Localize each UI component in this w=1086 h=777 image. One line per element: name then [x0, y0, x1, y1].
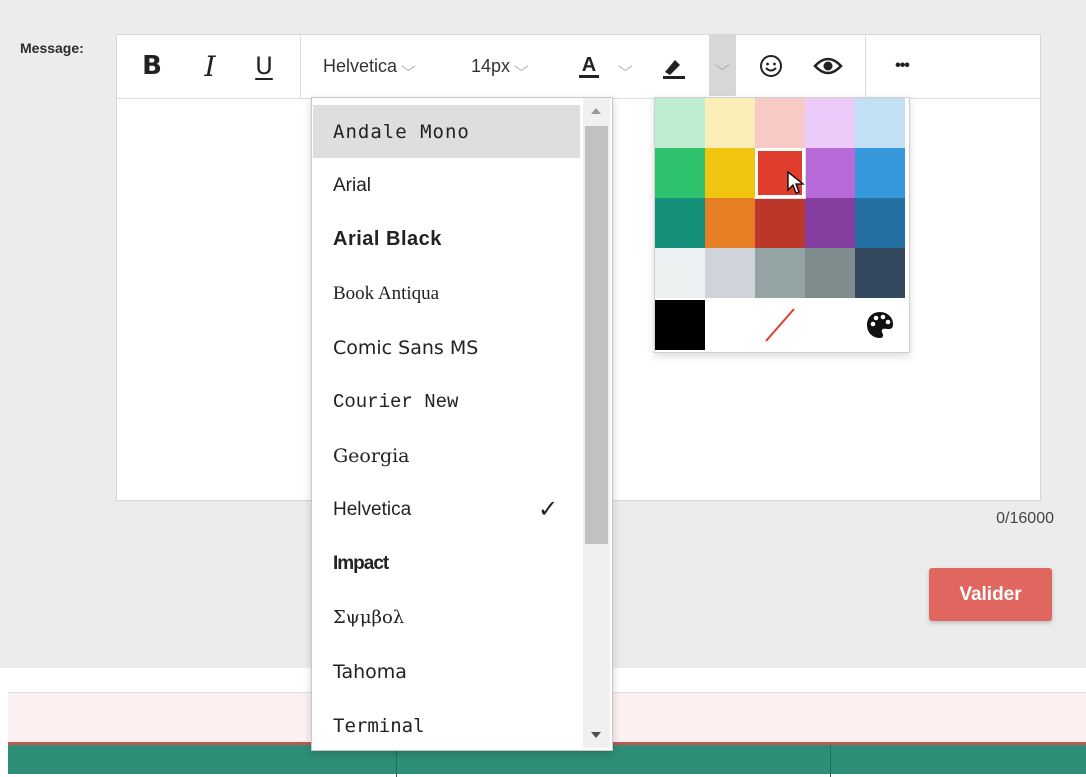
font-menu-item[interactable]: Courier New [313, 375, 580, 428]
font-menu-item[interactable]: Tahoma [313, 645, 580, 698]
color-swatch[interactable] [705, 248, 755, 298]
color-swatch[interactable] [655, 248, 705, 298]
bold-button[interactable]: B [138, 34, 166, 98]
color-swatch[interactable] [855, 148, 905, 198]
font-menu-item-label: Georgia [333, 444, 410, 467]
color-swatch[interactable] [755, 198, 805, 248]
font-menu-item-label: Andale Mono [333, 120, 470, 143]
font-menu-item[interactable]: Impact [313, 537, 580, 590]
emoji-icon [760, 55, 782, 77]
font-menu-item[interactable]: Σψμβολ [313, 591, 580, 644]
character-counter: 0/16000 [996, 510, 1054, 527]
highlight-button[interactable] [654, 34, 692, 98]
mouse-cursor-icon [787, 170, 805, 194]
font-family-value: Helvetica [323, 55, 398, 76]
font-menu-item-label: Book Antiqua [333, 282, 440, 304]
chevron-down-icon: ⌵ [617, 57, 633, 74]
font-menu-item-label: Σψμβολ [333, 607, 405, 628]
color-swatch[interactable] [655, 98, 705, 148]
color-swatch[interactable] [655, 198, 705, 248]
font-menu-item[interactable]: Book Antiqua [313, 267, 580, 320]
more-button[interactable]: ••• [884, 34, 920, 98]
font-menu-item[interactable]: Helvetica ✓ [313, 483, 580, 536]
font-menu-item-label: Arial [333, 174, 372, 196]
more-icon: ••• [895, 57, 910, 74]
text-color-button[interactable]: A [574, 34, 604, 98]
menu-scrollbar-thumb[interactable] [585, 126, 608, 544]
font-size-value: 14px [471, 55, 511, 76]
italic-button[interactable]: I [196, 34, 224, 98]
color-swatch-black[interactable] [655, 300, 705, 350]
color-swatch[interactable] [705, 198, 755, 248]
font-menu-item-label: Arial Black [333, 228, 442, 250]
font-family-select[interactable]: Helvetica ⌵ [323, 34, 448, 98]
color-swatch[interactable] [705, 148, 755, 198]
color-swatch[interactable] [805, 248, 855, 298]
color-swatch[interactable] [805, 98, 855, 148]
font-menu-item[interactable]: Arial Black [313, 213, 580, 266]
color-swatch[interactable] [705, 98, 755, 148]
color-swatch[interactable] [855, 98, 905, 148]
custom-color-button[interactable] [855, 300, 905, 350]
color-swatch[interactable] [855, 248, 905, 298]
color-swatch[interactable] [655, 148, 705, 198]
preview-eye-icon [813, 57, 843, 75]
chevron-down-icon: ⌵ [715, 56, 730, 73]
scroll-up-icon[interactable] [591, 108, 601, 114]
font-menu-item-label: Impact [333, 552, 389, 574]
text-color-dropdown[interactable]: ⌵ [616, 34, 634, 98]
font-menu-item-label: Comic Sans MS [333, 336, 479, 359]
highlight-color-picker [654, 97, 910, 353]
checkmark-icon: ✓ [538, 496, 559, 523]
chevron-down-icon: ⌵ [513, 57, 529, 74]
color-swatch[interactable] [855, 198, 905, 248]
font-menu-item[interactable]: Comic Sans MS [313, 321, 580, 374]
font-menu-item[interactable]: Georgia [313, 429, 580, 482]
palette-icon [867, 312, 893, 338]
color-swatch[interactable] [805, 198, 855, 248]
underline-icon: U [255, 52, 273, 80]
underline-button[interactable]: U [250, 34, 278, 98]
bold-icon: B [142, 51, 162, 81]
submit-button[interactable]: Valider [929, 568, 1052, 621]
emoji-button[interactable] [756, 34, 786, 98]
toolbar-divider [865, 34, 866, 98]
italic-icon: I [204, 49, 216, 83]
font-menu-item-label: Helvetica [333, 498, 412, 520]
text-color-icon: A [578, 55, 600, 78]
highlight-icon [663, 60, 685, 79]
preview-button[interactable] [810, 34, 846, 98]
font-menu-item[interactable]: Terminal [313, 699, 580, 750]
chevron-down-icon: ⌵ [400, 57, 416, 74]
remove-color-icon [765, 308, 795, 342]
color-swatch[interactable] [755, 98, 805, 148]
editor-toolbar: B I U Helvetica ⌵ 14px ⌵ A ⌵ ⌵ ••• [116, 34, 1041, 99]
font-menu-item-label: Terminal [333, 714, 425, 737]
color-swatch[interactable] [755, 248, 805, 298]
toolbar-divider [300, 34, 301, 98]
scroll-down-icon[interactable] [591, 732, 601, 738]
color-swatch[interactable] [805, 148, 855, 198]
font-size-select[interactable]: 14px ⌵ [471, 34, 551, 98]
remove-color-button[interactable] [755, 300, 805, 350]
font-family-menu: Andale Mono Arial Arial Black Book Antiqua C… [311, 97, 613, 751]
font-menu-item[interactable]: Arial [313, 159, 580, 212]
footer-divider [830, 745, 831, 777]
message-label: Message: [20, 40, 84, 56]
highlight-dropdown[interactable]: ⌵ [709, 34, 736, 96]
font-menu-item-label: Tahoma [333, 660, 407, 683]
font-menu-item-label: Courier New [333, 390, 459, 413]
font-menu-item[interactable]: Andale Mono [313, 105, 580, 158]
